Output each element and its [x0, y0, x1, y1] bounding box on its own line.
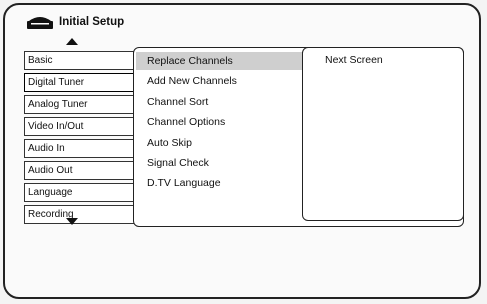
sidebar-item-audio-in[interactable]: Audio In: [24, 139, 134, 158]
sidebar-item-video-in-out[interactable]: Video In/Out: [24, 117, 134, 136]
scroll-up-arrow-icon[interactable]: [66, 38, 78, 45]
menu-item-replace-channels[interactable]: Replace Channels: [136, 52, 302, 70]
settings-category-list: Basic Digital Tuner Analog Tuner Video I…: [24, 51, 134, 227]
sidebar-item-audio-out[interactable]: Audio Out: [24, 161, 134, 180]
sidebar-item-analog-tuner[interactable]: Analog Tuner: [24, 95, 134, 114]
page-title: Initial Setup: [59, 16, 125, 28]
menu-item-add-new-channels[interactable]: Add New Channels: [136, 72, 302, 90]
scroll-down-arrow-icon[interactable]: [66, 218, 78, 225]
menu-item-signal-check[interactable]: Signal Check: [136, 154, 302, 172]
menu-item-auto-skip[interactable]: Auto Skip: [136, 134, 302, 152]
menu-item-channel-options[interactable]: Channel Options: [136, 113, 302, 131]
screen-header: Initial Setup: [26, 10, 124, 34]
menu-item-dtv-language[interactable]: D.TV Language: [136, 174, 302, 192]
sidebar-item-language[interactable]: Language: [24, 183, 134, 202]
next-screen-option[interactable]: Next Screen: [325, 54, 383, 66]
sidebar-item-digital-tuner[interactable]: Digital Tuner: [24, 73, 134, 92]
sidebar-item-basic[interactable]: Basic: [24, 51, 134, 70]
dvd-recorder-icon: [27, 17, 53, 29]
submenu-panel: Next Screen: [302, 47, 464, 221]
menu-item-channel-sort[interactable]: Channel Sort: [136, 93, 302, 111]
digital-tuner-menu: Replace Channels Add New Channels Channe…: [136, 52, 302, 195]
sidebar-item-recording[interactable]: Recording: [24, 205, 134, 224]
